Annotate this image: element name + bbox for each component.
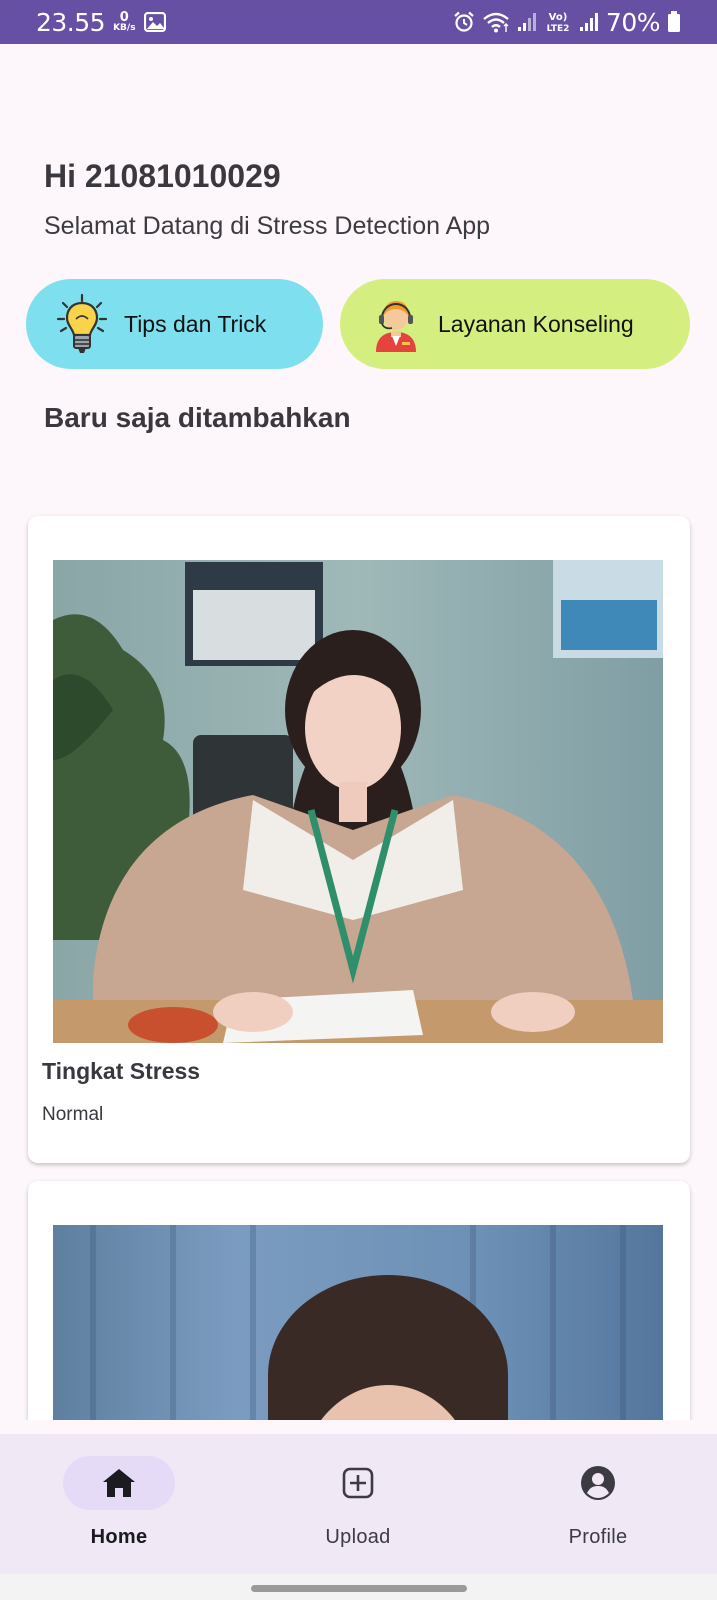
network-speed: 0 KB/s bbox=[113, 11, 135, 33]
detection-card[interactable]: Tingkat Stress Normal bbox=[28, 516, 690, 1163]
section-title: Baru saja ditambahkan bbox=[44, 402, 351, 433]
status-time: 23.55 bbox=[36, 7, 106, 37]
detection-photo bbox=[53, 1225, 663, 1420]
nav-home[interactable]: Home bbox=[29, 1434, 209, 1574]
gesture-handle[interactable] bbox=[251, 1585, 467, 1592]
gallery-icon bbox=[143, 12, 166, 32]
nav-profile-indicator bbox=[542, 1456, 654, 1510]
alarm-icon bbox=[454, 11, 474, 32]
nav-upload-indicator bbox=[302, 1456, 414, 1510]
nav-profile[interactable]: Profile bbox=[508, 1434, 688, 1574]
nav-upload-label: Upload bbox=[325, 1526, 391, 1548]
card-title: Tingkat Stress bbox=[42, 1058, 201, 1084]
wifi-icon bbox=[483, 12, 509, 33]
gesture-bar-area bbox=[0, 1574, 717, 1600]
add-box-icon bbox=[342, 1467, 374, 1499]
network-speed-unit: KB/s bbox=[113, 23, 136, 33]
tips-button[interactable]: Tips dan Trick bbox=[26, 279, 323, 369]
nav-home-label: Home bbox=[90, 1526, 148, 1548]
bottom-navigation: Home Upload Profile bbox=[0, 1434, 717, 1574]
greeting-title: Hi 21081010029 bbox=[44, 158, 281, 194]
detection-card[interactable] bbox=[28, 1181, 690, 1420]
lightbulb-icon bbox=[54, 293, 110, 355]
svg-text:Vo): Vo) bbox=[549, 12, 568, 23]
battery-icon bbox=[668, 11, 680, 32]
svg-text:LTE2: LTE2 bbox=[547, 24, 570, 34]
home-icon bbox=[103, 1469, 135, 1497]
nav-home-indicator bbox=[63, 1456, 175, 1510]
nav-upload[interactable]: Upload bbox=[268, 1434, 448, 1574]
signal-1-icon bbox=[517, 13, 536, 31]
account-circle-icon bbox=[581, 1466, 615, 1500]
tips-label: Tips dan Trick bbox=[124, 310, 267, 337]
konseling-label: Layanan Konseling bbox=[438, 310, 634, 337]
battery-percent: 70% bbox=[605, 7, 661, 37]
detection-photo bbox=[53, 560, 663, 1043]
konseling-button[interactable]: Layanan Konseling bbox=[340, 279, 690, 369]
stress-level-value: Normal bbox=[42, 1104, 104, 1125]
volte-icon: Vo) LTE2 bbox=[547, 12, 570, 34]
nav-profile-label: Profile bbox=[568, 1526, 628, 1548]
welcome-subtitle: Selamat Datang di Stress Detection App bbox=[44, 212, 491, 240]
status-bar: 23.55 0 KB/s Vo) LTE2 70% bbox=[0, 0, 717, 44]
signal-2-icon bbox=[579, 13, 598, 31]
recent-list[interactable]: Tingkat Stress Normal bbox=[0, 500, 717, 1420]
counselor-icon bbox=[368, 293, 424, 355]
